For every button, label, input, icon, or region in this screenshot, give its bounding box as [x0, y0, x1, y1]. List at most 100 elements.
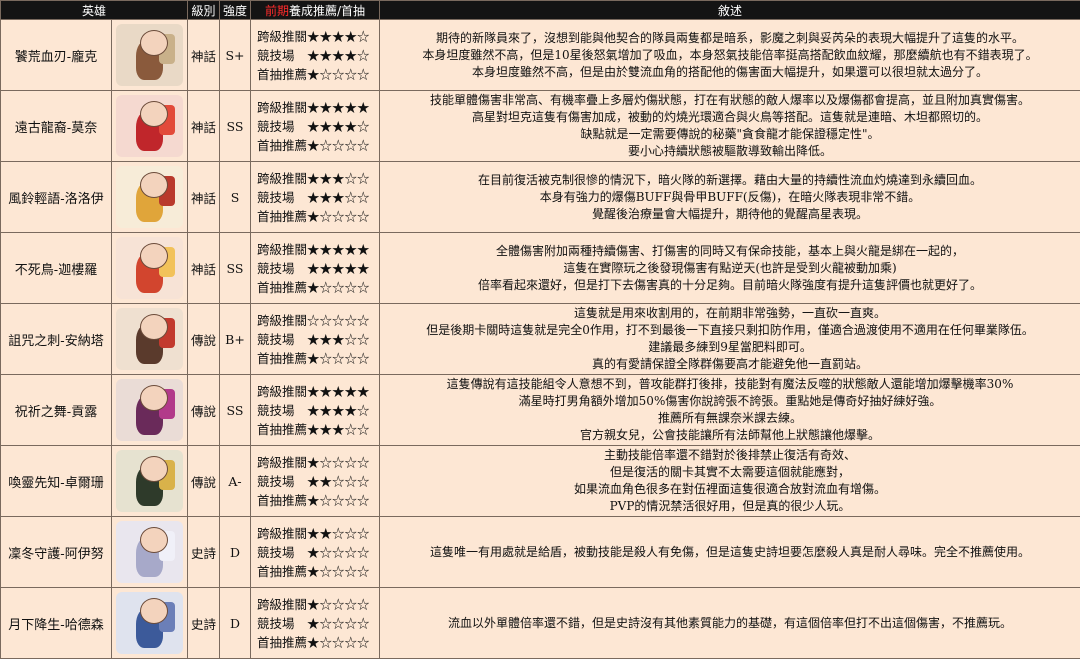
rec-line: 跨級推關★★★★★ — [257, 240, 379, 259]
rec-line: 競技場 ★★★☆☆ — [257, 330, 379, 349]
rec-line: 競技場 ★★★☆☆ — [257, 188, 379, 207]
desc-line: 但是後期卡關時這隻就是完全0作用，打不到最後一下直接只剩扣防作用，僅適合過渡使用… — [384, 322, 1076, 339]
header-grade: 強度 — [220, 1, 251, 20]
hero-portrait-art — [116, 166, 183, 228]
hero-description: 在目前復活被克制很慘的情況下，暗火隊的新選擇。藉由大量的持續性流血灼燒達到永續回… — [380, 162, 1080, 233]
desc-line: 高星對坦克這隻有傷害加成，被動的灼燒光環適合與火鳥等搭配。這隻就是連暗、木坦都照… — [384, 109, 1076, 126]
desc-line: 流血以外單體倍率還不錯，但是史詩沒有其他素質能力的基礎，有這個倍率但打不出這個傷… — [384, 615, 1076, 632]
desc-line: 真的有愛請保證全隊群傷要高才能避免他一直罰站。 — [384, 356, 1076, 373]
hero-grade: B+ — [220, 304, 251, 375]
hero-description: 技能單體傷害非常高、有機率疊上多層灼傷狀態，打在有狀態的敵人爆率以及爆傷都會提高… — [380, 91, 1080, 162]
rec-line: 首抽推薦★☆☆☆☆ — [257, 349, 379, 368]
desc-line: 本身坦度雖然不高，但是由於雙流血角的搭配他的傷害面大幅提升，如果還可以很坦就太過… — [384, 64, 1076, 81]
rec-line: 跨級推關★★★☆☆ — [257, 169, 379, 188]
hero-recommendations: 跨級推關★☆☆☆☆競技場 ★☆☆☆☆首抽推薦★☆☆☆☆ — [251, 588, 380, 659]
desc-line: 官方親女兒，公會技能讓所有法師幫他上狀態讓他爆擊。 — [384, 427, 1076, 444]
rec-line: 首抽推薦★★★☆☆ — [257, 420, 379, 439]
hero-name: 詛咒之刺-安納塔 — [1, 304, 112, 375]
hero-rarity: 傳說 — [188, 375, 220, 446]
hero-description: 這隻就是用來收割用的，在前期非常強勢，一直砍一直爽。但是後期卡關時這隻就是完全0… — [380, 304, 1080, 375]
hero-description: 主動技能倍率還不錯對於後排禁止復活有奇效、但是復活的關卡其實不太需要這個就能應對… — [380, 446, 1080, 517]
rec-line: 跨級推關☆☆☆☆☆ — [257, 311, 379, 330]
desc-line: 這隻在實際玩之後發現傷害有點逆天(也許是受到火龍被動加乘) — [384, 260, 1076, 277]
hero-portrait — [112, 517, 188, 588]
hero-rarity: 神話 — [188, 91, 220, 162]
hero-recommendations: 跨級推關★☆☆☆☆競技場 ★★☆☆☆首抽推薦★☆☆☆☆ — [251, 446, 380, 517]
hero-grade: D — [220, 588, 251, 659]
hero-portrait-art — [116, 450, 183, 512]
hero-grade: SS — [220, 375, 251, 446]
hero-portrait — [112, 375, 188, 446]
rec-line: 跨級推關★★☆☆☆ — [257, 524, 379, 543]
desc-line: 但是復活的關卡其實不太需要這個就能應對， — [384, 464, 1076, 481]
header-desc: 敘述 — [380, 1, 1080, 20]
hero-row: 詛咒之刺-安納塔 傳說 B+ 跨級推關☆☆☆☆☆競技場 ★★★☆☆首抽推薦★☆☆… — [1, 304, 1080, 375]
rec-line: 跨級推關★★★★★ — [257, 382, 379, 401]
hero-recommendations: 跨級推關★★★★☆競技場 ★★★★☆首抽推薦★☆☆☆☆ — [251, 20, 380, 91]
hero-portrait-art — [116, 95, 183, 157]
rec-line: 跨級推關★★★★☆ — [257, 27, 379, 46]
hero-name: 饕荒血刃-龐克 — [1, 20, 112, 91]
hero-tier-table: 英雄 級別 強度 前期養成推薦/首抽 敘述 饕荒血刃-龐克 神話 S+ 跨級推關… — [0, 0, 1080, 659]
hero-name: 不死鳥-迦樓羅 — [1, 233, 112, 304]
hero-row: 風鈴輕語-洛洛伊 神話 S 跨級推關★★★☆☆競技場 ★★★☆☆首抽推薦★☆☆☆… — [1, 162, 1080, 233]
desc-line: 本身坦度雖然不高，但是10星後怒氣增加了吸血，本身怒氣技能倍率挺高搭配飲血紋耀，… — [384, 47, 1076, 64]
desc-line: 這隻就是用來收割用的，在前期非常強勢，一直砍一直爽。 — [384, 305, 1076, 322]
hero-name: 喚靈先知-卓爾珊 — [1, 446, 112, 517]
hero-rarity: 傳說 — [188, 446, 220, 517]
hero-portrait — [112, 233, 188, 304]
hero-row: 祝祈之舞-貢露 傳說 SS 跨級推關★★★★★競技場 ★★★★☆首抽推薦★★★☆… — [1, 375, 1080, 446]
rec-line: 首抽推薦★☆☆☆☆ — [257, 207, 379, 226]
desc-line: PVP的情況禁活很好用，但是真的很少人玩。 — [384, 498, 1076, 515]
desc-line: 覺醒後治療量會大幅提升，期待他的覺醒高星表現。 — [384, 206, 1076, 223]
hero-rarity: 神話 — [188, 162, 220, 233]
rec-line: 競技場 ★★★★★ — [257, 259, 379, 278]
rec-line: 競技場 ★☆☆☆☆ — [257, 614, 379, 633]
hero-grade: A- — [220, 446, 251, 517]
header-recommend: 前期養成推薦/首抽 — [251, 1, 380, 20]
hero-description: 全體傷害附加兩種持續傷害、打傷害的同時又有保命技能，基本上與火龍是綁在一起的，這… — [380, 233, 1080, 304]
hero-recommendations: 跨級推關☆☆☆☆☆競技場 ★★★☆☆首抽推薦★☆☆☆☆ — [251, 304, 380, 375]
hero-portrait — [112, 91, 188, 162]
hero-rarity: 史詩 — [188, 588, 220, 659]
desc-line: 全體傷害附加兩種持續傷害、打傷害的同時又有保命技能，基本上與火龍是綁在一起的， — [384, 243, 1076, 260]
desc-line: 缺點就是一定需要傳說的秘藥"貪食龍才能保證穩定性"。 — [384, 126, 1076, 143]
hero-grade: S — [220, 162, 251, 233]
hero-portrait-art — [116, 521, 183, 583]
hero-recommendations: 跨級推關★★★★★競技場 ★★★★☆首抽推薦★★★☆☆ — [251, 375, 380, 446]
hero-portrait-art — [116, 592, 183, 654]
hero-name: 遠古龍裔-莫奈 — [1, 91, 112, 162]
rec-line: 跨級推關★☆☆☆☆ — [257, 595, 379, 614]
rec-line: 競技場 ★★★★☆ — [257, 117, 379, 136]
hero-row: 喚靈先知-卓爾珊 傳說 A- 跨級推關★☆☆☆☆競技場 ★★☆☆☆首抽推薦★☆☆… — [1, 446, 1080, 517]
hero-row: 凜冬守護-阿伊努 史詩 D 跨級推關★★☆☆☆競技場 ★☆☆☆☆首抽推薦★☆☆☆… — [1, 517, 1080, 588]
header-hero: 英雄 — [1, 1, 188, 20]
hero-grade: D — [220, 517, 251, 588]
desc-line: 倍率看起來還好，但是打下去傷害真的十分足夠。目前暗火隊強度有提升這隻評價也就更好… — [384, 277, 1076, 294]
desc-line: 滿星時打男角額外增加50%傷害你說誇張不誇張。重點她是傳奇好抽好練好強。 — [384, 393, 1076, 410]
hero-portrait-art — [116, 379, 183, 441]
rec-line: 首抽推薦★☆☆☆☆ — [257, 136, 379, 155]
header-recommend-rest: 養成推薦/首抽 — [289, 4, 365, 18]
desc-line: 推薦所有無課奈米課去練。 — [384, 410, 1076, 427]
hero-recommendations: 跨級推關★★★☆☆競技場 ★★★☆☆首抽推薦★☆☆☆☆ — [251, 162, 380, 233]
desc-line: 建議最多練到9星當肥料即可。 — [384, 339, 1076, 356]
rec-line: 競技場 ★★★★☆ — [257, 46, 379, 65]
hero-name: 風鈴輕語-洛洛伊 — [1, 162, 112, 233]
rec-line: 競技場 ★★★★☆ — [257, 401, 379, 420]
hero-rarity: 史詩 — [188, 517, 220, 588]
rec-line: 首抽推薦★☆☆☆☆ — [257, 278, 379, 297]
desc-line: 技能單體傷害非常高、有機率疊上多層灼傷狀態，打在有狀態的敵人爆率以及爆傷都會提高… — [384, 92, 1076, 109]
desc-line: 這隻唯一有用處就是給盾，被動技能是殺人有免傷，但是這隻史詩坦要怎麼殺人真是耐人尋… — [384, 544, 1076, 561]
desc-line: 主動技能倍率還不錯對於後排禁止復活有奇效、 — [384, 447, 1076, 464]
desc-line: 本身有強力的爆傷BUFF與骨甲BUFF(反傷)，在暗火隊表現非常不錯。 — [384, 189, 1076, 206]
hero-portrait-art — [116, 24, 183, 86]
hero-row: 遠古龍裔-莫奈 神話 SS 跨級推關★★★★★競技場 ★★★★☆首抽推薦★☆☆☆… — [1, 91, 1080, 162]
hero-portrait — [112, 446, 188, 517]
hero-rarity: 神話 — [188, 20, 220, 91]
rec-line: 首抽推薦★☆☆☆☆ — [257, 65, 379, 84]
rec-line: 首抽推薦★☆☆☆☆ — [257, 491, 379, 510]
desc-line: 要小心持續狀態被驅散導致輸出降低。 — [384, 143, 1076, 160]
rec-line: 跨級推關★★★★★ — [257, 98, 379, 117]
hero-row: 饕荒血刃-龐克 神話 S+ 跨級推關★★★★☆競技場 ★★★★☆首抽推薦★☆☆☆… — [1, 20, 1080, 91]
